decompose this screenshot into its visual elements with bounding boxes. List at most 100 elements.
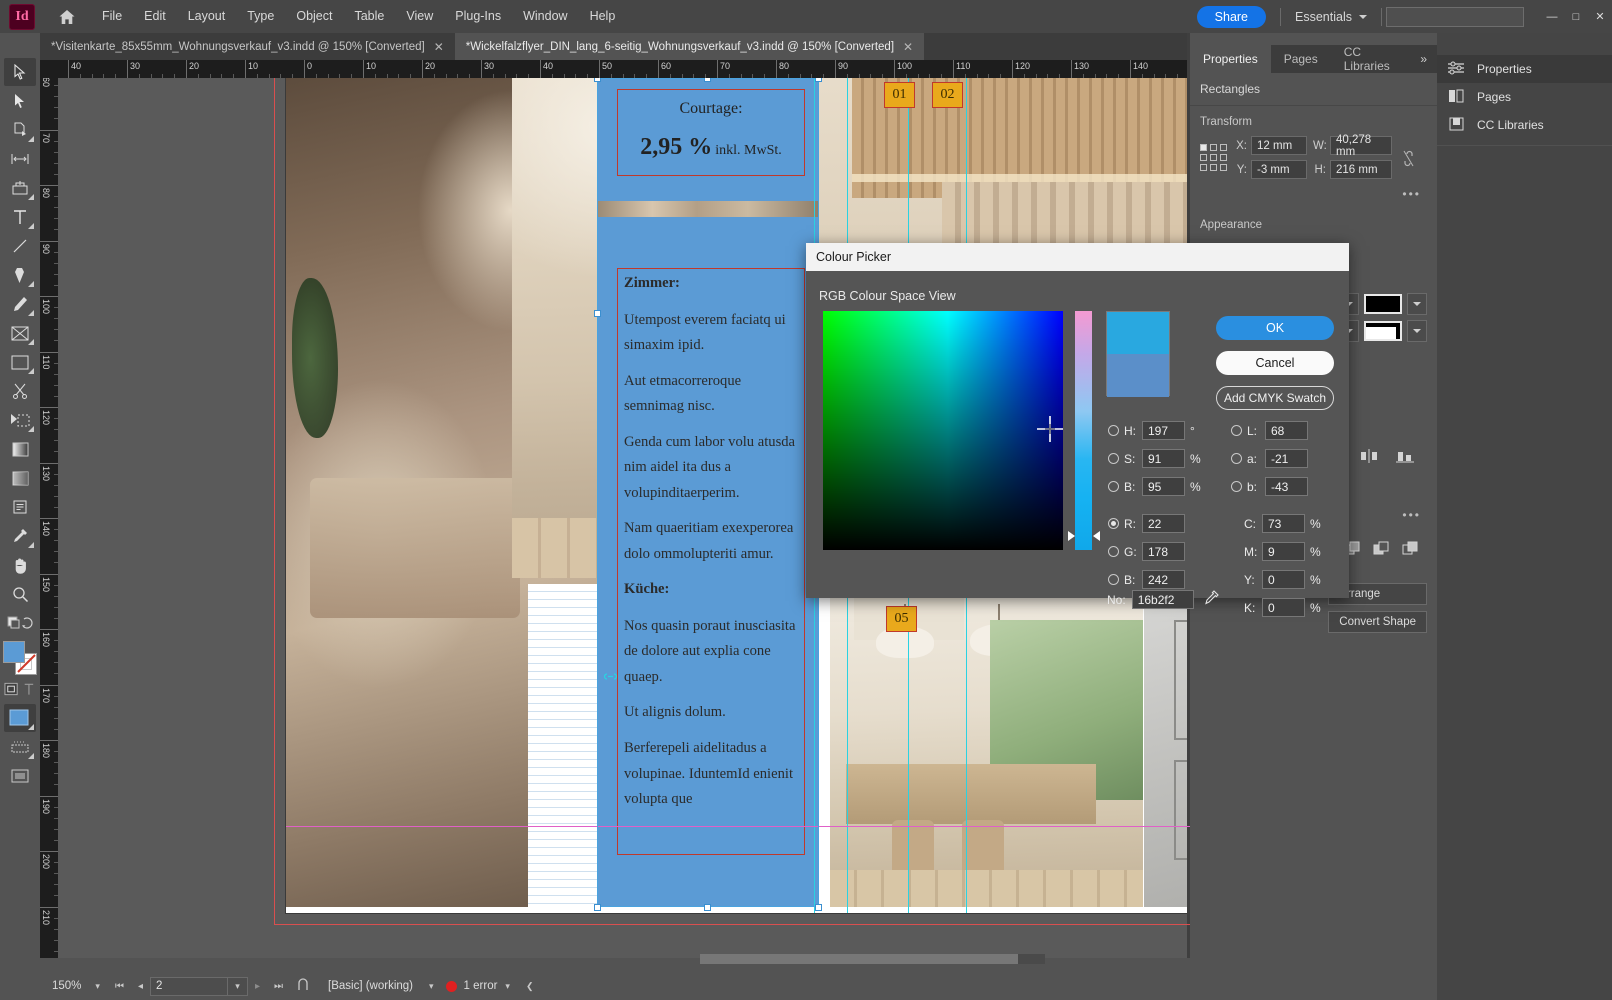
- selection-tool[interactable]: [4, 58, 36, 86]
- guide-horizontal-1[interactable]: [286, 826, 1190, 827]
- page-badge-01[interactable]: 01: [884, 82, 915, 108]
- eyedropper-icon[interactable]: [1204, 590, 1219, 609]
- menu-edit[interactable]: Edit: [133, 0, 177, 33]
- fill-swatch-caret[interactable]: [1407, 293, 1427, 315]
- screen-mode[interactable]: [4, 762, 36, 790]
- selection-handle-tc[interactable]: [704, 78, 711, 82]
- stroke-swatch-caret[interactable]: [1407, 320, 1427, 342]
- menu-layout[interactable]: Layout: [177, 0, 237, 33]
- scrollbar-thumb[interactable]: [700, 954, 1018, 964]
- normal-view-mode[interactable]: [4, 733, 36, 761]
- align-horizontal-center-icon[interactable]: [1359, 448, 1379, 467]
- master-page-icon[interactable]: [290, 977, 318, 995]
- formatting-affects-container[interactable]: [4, 675, 36, 703]
- dock-item-pages[interactable]: Pages: [1437, 83, 1612, 111]
- zoom-tool[interactable]: [4, 580, 36, 608]
- rectangle-tool[interactable]: [4, 348, 36, 376]
- hue-slider-handle-right[interactable]: [1093, 531, 1100, 541]
- panel-overflow-icon[interactable]: »: [1410, 45, 1437, 73]
- page-badge-02[interactable]: 02: [932, 82, 963, 108]
- menu-help[interactable]: Help: [579, 0, 627, 33]
- gradient-swatch-tool[interactable]: [4, 435, 36, 463]
- selection-handle-tr[interactable]: [815, 78, 822, 82]
- pen-tool[interactable]: [4, 261, 36, 289]
- vertical-ruler[interactable]: 60 70 80 90 100 110 120 130 140 150 160 170 180 190 20…: [40, 78, 58, 958]
- menu-file[interactable]: File: [91, 0, 133, 33]
- constrain-proportions-icon[interactable]: [1402, 150, 1415, 179]
- add-cmyk-swatch-button[interactable]: Add CMYK Swatch: [1216, 386, 1334, 410]
- page-badge-05[interactable]: 05: [886, 606, 917, 632]
- dock-item-properties[interactable]: Properties: [1437, 55, 1612, 83]
- dock-item-cc-libraries[interactable]: CC Libraries: [1437, 111, 1612, 139]
- apply-color-swatch[interactable]: [4, 704, 36, 732]
- a-radio[interactable]: [1231, 453, 1242, 464]
- selection-handle-bl[interactable]: [594, 904, 601, 911]
- stroke-style-swatch[interactable]: [1364, 321, 1402, 341]
- dock-drag-handle[interactable]: [1437, 33, 1612, 47]
- fill-swatch[interactable]: [3, 641, 25, 663]
- link-chain-icon[interactable]: [603, 670, 618, 685]
- pathfinder-intersect-icon[interactable]: [1402, 541, 1419, 560]
- first-page-button[interactable]: ⏮: [108, 981, 131, 992]
- pencil-tool[interactable]: [4, 290, 36, 318]
- tab-properties[interactable]: Properties: [1190, 45, 1271, 73]
- last-page-button[interactable]: ⏭: [267, 981, 290, 992]
- transform-more-options[interactable]: •••: [1190, 179, 1437, 201]
- menu-table[interactable]: Table: [343, 0, 395, 33]
- master-dropdown-icon[interactable]: ▾: [421, 981, 442, 992]
- close-icon[interactable]: ✕: [903, 40, 913, 54]
- selection-handle-ml[interactable]: [594, 310, 601, 317]
- search-input[interactable]: [1386, 6, 1524, 27]
- minimize-button[interactable]: —: [1540, 7, 1564, 27]
- fill-stroke-swatches[interactable]: [3, 641, 37, 675]
- line-tool[interactable]: [4, 232, 36, 260]
- selection-handle-tl[interactable]: [594, 78, 601, 82]
- cyan-input[interactable]: 73: [1262, 514, 1305, 533]
- green-input[interactable]: 178: [1142, 542, 1185, 561]
- magenta-input[interactable]: 9: [1262, 542, 1305, 561]
- error-dropdown-icon[interactable]: ▾: [497, 981, 518, 992]
- gradient-feather-tool[interactable]: [4, 464, 36, 492]
- page-tool[interactable]: [4, 116, 36, 144]
- tab-pages[interactable]: Pages: [1271, 45, 1331, 73]
- eyedropper-tool[interactable]: [4, 522, 36, 550]
- menu-window[interactable]: Window: [512, 0, 578, 33]
- w-input[interactable]: 40,278 mm: [1330, 134, 1392, 158]
- horizontal-ruler[interactable]: 40 30 20 10 0 10 20 30 40 50 60 70 80 90 100 110 120 130 1…: [40, 60, 1190, 78]
- saturation-input[interactable]: 91: [1142, 449, 1185, 468]
- close-icon[interactable]: ✕: [434, 40, 444, 54]
- y-input[interactable]: -3 mm: [1251, 160, 1307, 179]
- free-transform-tool[interactable]: [4, 406, 36, 434]
- content-collector-tool[interactable]: [4, 174, 36, 202]
- menu-object[interactable]: Object: [285, 0, 343, 33]
- error-count-label[interactable]: 1 error: [457, 980, 498, 992]
- zoom-level-input[interactable]: 150%: [40, 980, 87, 992]
- maximize-button[interactable]: □: [1564, 7, 1588, 27]
- blue-radio[interactable]: [1108, 574, 1119, 585]
- hue-slider[interactable]: [1075, 311, 1092, 550]
- photo-kitchen[interactable]: [830, 580, 1143, 907]
- hand-tool[interactable]: [4, 551, 36, 579]
- green-radio[interactable]: [1108, 546, 1119, 557]
- previous-page-button[interactable]: ◂: [131, 981, 150, 992]
- gap-tool[interactable]: [4, 145, 36, 173]
- courtage-text-frame[interactable]: Courtage: 2,95 % inkl. MwSt.: [617, 89, 805, 176]
- page-number-input[interactable]: 2: [149, 976, 228, 996]
- black-input[interactable]: 0: [1262, 598, 1305, 617]
- hue-radio[interactable]: [1108, 425, 1119, 436]
- document-tab-visitenkarte[interactable]: *Visitenkarte_85x55mm_Wohnungsverkauf_v3…: [40, 33, 455, 60]
- align-more-options[interactable]: •••: [1402, 508, 1421, 522]
- menu-type[interactable]: Type: [236, 0, 285, 33]
- selection-handle-bc[interactable]: [704, 904, 711, 911]
- convert-shape-button[interactable]: Convert Shape: [1328, 611, 1427, 633]
- saturation-radio[interactable]: [1108, 453, 1119, 464]
- menu-plugins[interactable]: Plug-Ins: [444, 0, 512, 33]
- red-radio[interactable]: [1108, 518, 1119, 529]
- workspace-selector[interactable]: Essentials: [1281, 10, 1381, 24]
- brightness-radio[interactable]: [1108, 481, 1119, 492]
- photo-floorplan-wide[interactable]: [1144, 580, 1190, 907]
- close-button[interactable]: ✕: [1588, 7, 1612, 27]
- page-dropdown-icon[interactable]: ▾: [227, 976, 248, 996]
- note-tool[interactable]: [4, 493, 36, 521]
- x-input[interactable]: 12 mm: [1251, 136, 1307, 155]
